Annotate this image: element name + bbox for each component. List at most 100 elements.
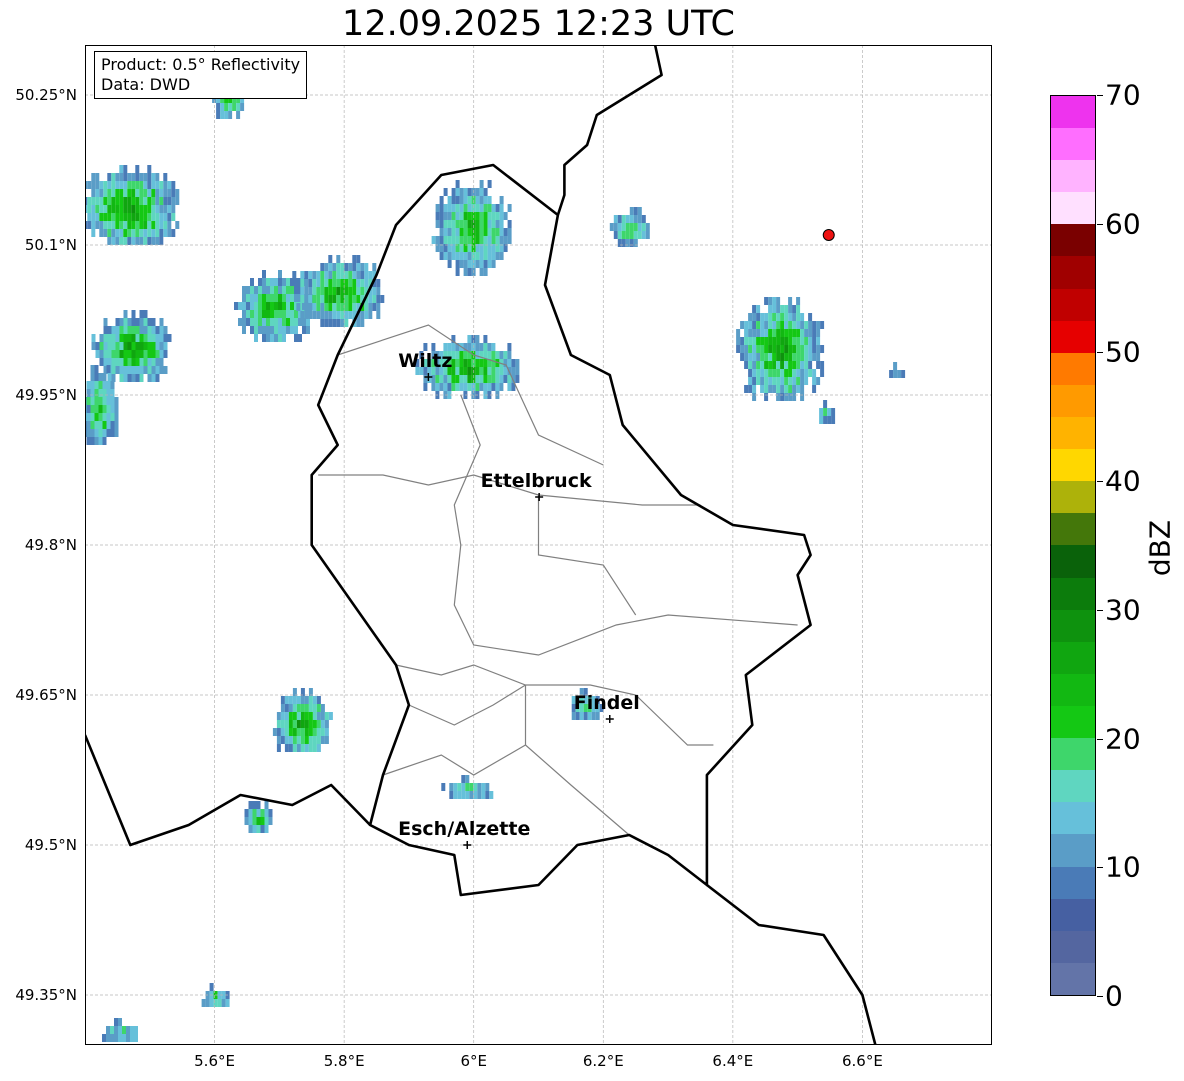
echo-pixel [250,318,254,326]
echo-pixel [244,809,249,817]
echo-pixel [455,351,460,359]
echo-pixel [459,212,464,220]
colorbar-bin [1051,706,1095,739]
echo-pixel [300,295,305,303]
echo-pixel [135,374,140,382]
echo-pixel [507,220,512,228]
echo-pixel [151,358,156,366]
echo-pixel [282,318,286,326]
echo-pixel [276,720,281,728]
echo-pixel [443,383,448,391]
colorbar-bin [1051,834,1095,867]
echo-pixel [495,212,500,220]
echo-pixel [103,205,108,213]
echo-pixel [788,329,793,337]
echo-pixel [103,358,108,366]
echo-pixel [296,728,301,736]
colorbar-tick-label: 60 [1105,207,1141,241]
echo-pixel [282,326,286,334]
echo-pixel [139,181,144,189]
echo-pixel [788,377,793,385]
echo-pixel [812,337,817,345]
echo-pixel [340,295,345,303]
echo-pixel [772,305,777,313]
echo-pixel [99,350,104,358]
echo-pixel [131,326,136,334]
echo-pixel [118,1034,122,1042]
echo-pixel [816,329,821,337]
echo-pixel [455,212,460,220]
echo-pixel [205,999,210,1007]
echo-pixel [792,321,797,329]
echo-pixel [463,351,468,359]
echo-pixel [91,181,96,189]
echo-pixel [107,326,112,334]
echo-pixel [209,999,214,1007]
echo-pixel [217,999,222,1007]
echo-pixel [467,343,472,351]
echo-pixel [796,337,801,345]
echo-pixel [151,189,156,197]
echo-pixel [106,429,111,437]
echo-pixel [467,375,472,383]
echo-pixel [344,287,349,295]
echo-pixel [820,361,825,369]
echo-pixel [159,334,164,342]
echo-pixel [288,720,293,728]
echo-pixel [459,351,464,359]
echo-pixel [130,1034,134,1042]
echo-pixel [800,353,805,361]
echo-pixel [304,712,309,720]
echo-pixel [298,318,302,326]
echo-pixel [270,286,274,294]
echo-pixel [282,278,286,286]
echo-pixel [286,318,290,326]
echo-pixel [752,329,757,337]
echo-pixel [776,393,781,401]
echo-pixel [103,197,108,205]
echo-pixel [159,221,164,229]
echo-pixel [95,213,100,221]
echo-pixel [796,297,801,305]
echo-pixel [135,181,140,189]
echo-pixel [499,375,504,383]
echo-pixel [324,303,329,311]
echo-pixel [292,696,297,704]
echo-pixel [139,189,144,197]
echo-pixel [768,369,773,377]
echo-pixel [475,351,480,359]
echo-pixel [290,294,294,302]
echo-pixel [768,345,773,353]
echo-cell [431,180,512,276]
radar-map[interactable] [85,45,992,1045]
echo-pixel [507,383,512,391]
echo-pixel [324,295,329,303]
echo-pixel [764,297,769,305]
echo-pixel [483,252,488,260]
echo-pixel [139,213,144,221]
echo-pixel [780,377,785,385]
echo-pixel [248,817,253,825]
echo-pixel [449,791,454,799]
echo-pixel [788,385,793,393]
echo-pixel [447,260,452,268]
echo-pixel [278,270,282,278]
echo-pixel [290,302,294,310]
echo-pixel [280,696,285,704]
echo-pixel [296,696,301,704]
echo-pixel [123,229,128,237]
echo-pixel [784,393,789,401]
echo-pixel [819,408,824,416]
echo-pixel [123,237,128,245]
echo-pixel [312,271,317,279]
echo-pixel [94,397,99,405]
echo-pixel [288,696,293,704]
echo-pixel [629,223,634,231]
echo-pixel [91,229,96,237]
echo-pixel [780,329,785,337]
echo-pixel [123,374,128,382]
echo-pixel [455,268,460,276]
echo-pixel [139,350,144,358]
echo-pixel [827,416,832,424]
echo-pixel [804,361,809,369]
